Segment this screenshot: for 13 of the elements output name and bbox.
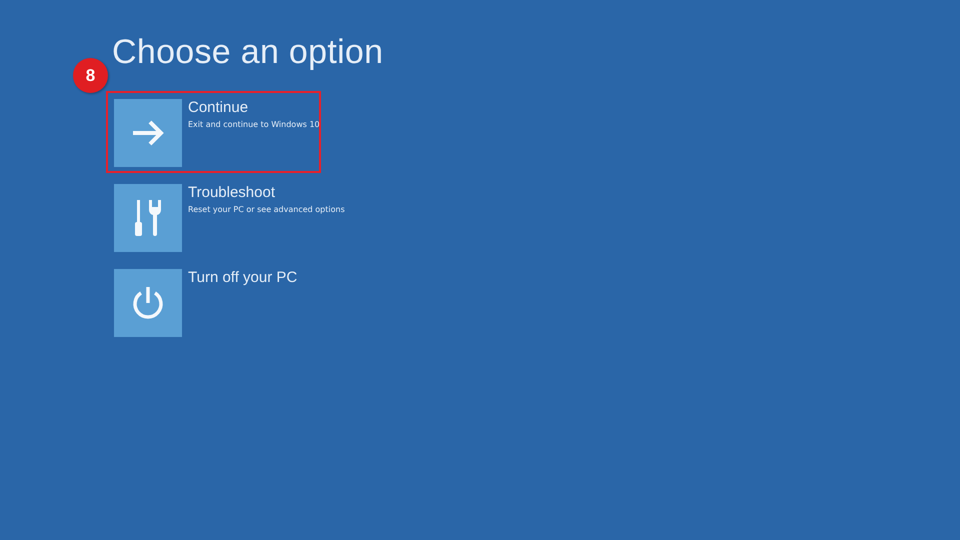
option-tile[interactable] [114, 184, 182, 252]
option-tile[interactable] [114, 99, 182, 167]
option-description: Exit and continue to Windows 10 [188, 120, 320, 129]
option-label[interactable]: Turn off your PC [188, 269, 298, 286]
tools-icon [133, 198, 163, 238]
power-icon [131, 285, 165, 321]
step-badge: 8 [73, 58, 108, 93]
option-label[interactable]: Troubleshoot [188, 184, 345, 201]
page-title: Choose an option [112, 32, 384, 73]
option-tile[interactable] [114, 269, 182, 337]
arrow-icon [131, 120, 165, 146]
option-label[interactable]: Continue [188, 99, 320, 116]
option-description: Reset your PC or see advanced options [188, 205, 345, 214]
